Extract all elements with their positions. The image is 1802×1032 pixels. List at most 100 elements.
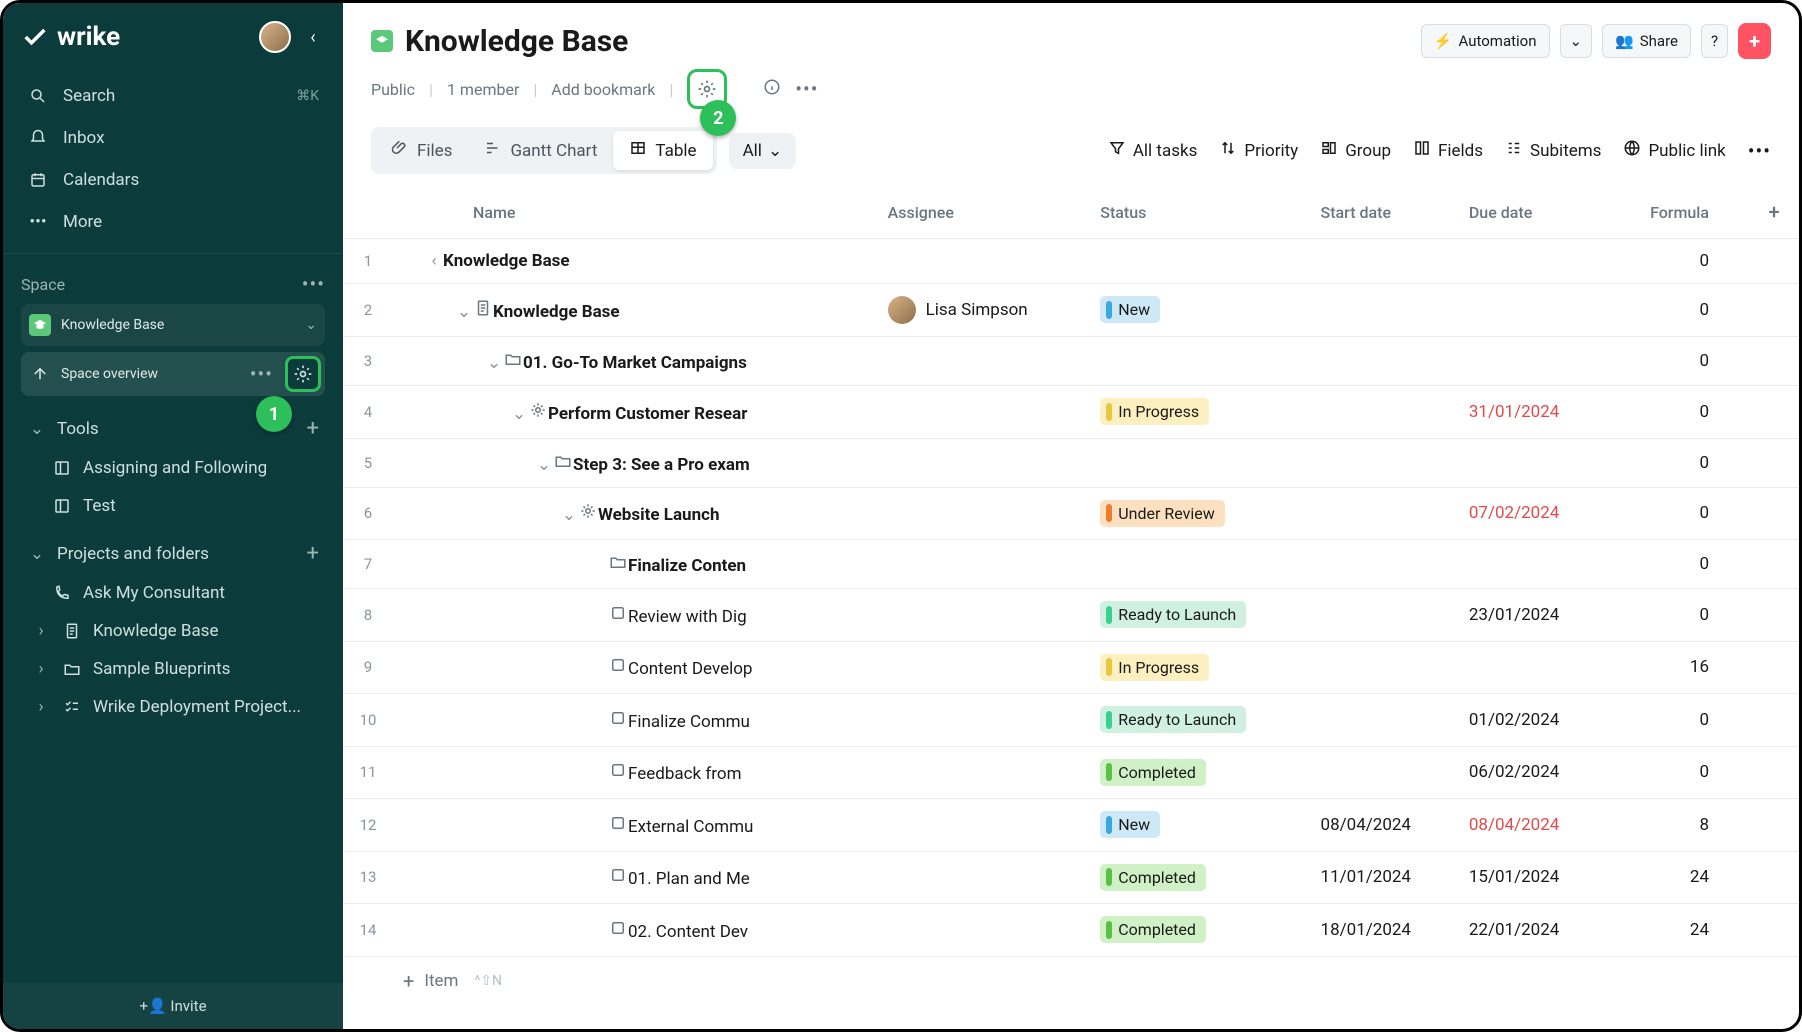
table-row[interactable]: 1‹Knowledge Base0 bbox=[343, 239, 1799, 284]
nav-calendars[interactable]: Calendars bbox=[21, 159, 325, 201]
col-name[interactable]: Name bbox=[393, 186, 876, 239]
cell-formula[interactable]: 16 bbox=[1605, 641, 1749, 694]
automation-button[interactable]: ⚡ Automation bbox=[1421, 24, 1550, 58]
cell-start-date[interactable] bbox=[1309, 746, 1457, 799]
table-row[interactable]: 5⌄Step 3: See a Pro exam0 bbox=[343, 438, 1799, 487]
cell-due-date[interactable]: 08/04/2024 bbox=[1457, 799, 1605, 852]
add-item-row[interactable]: + Item ^⇧N bbox=[343, 957, 1799, 1005]
status-badge[interactable]: Ready to Launch bbox=[1100, 601, 1246, 628]
cell-start-date[interactable] bbox=[1309, 239, 1457, 284]
cell-due-date[interactable]: 23/01/2024 bbox=[1457, 589, 1605, 642]
cell-status[interactable]: In Progress bbox=[1088, 386, 1308, 439]
cell-start-date[interactable] bbox=[1309, 694, 1457, 747]
table-row[interactable]: 1402. Content DevCompleted18/01/202422/0… bbox=[343, 904, 1799, 957]
cell-start-date[interactable] bbox=[1309, 386, 1457, 439]
space-overview-menu[interactable]: ••• bbox=[250, 362, 273, 386]
cell-start-date[interactable] bbox=[1309, 487, 1457, 540]
cell-status[interactable] bbox=[1088, 438, 1308, 487]
expand-toggle[interactable]: ⌄ bbox=[535, 455, 553, 475]
cell-start-date[interactable] bbox=[1309, 438, 1457, 487]
cell-start-date[interactable]: 11/01/2024 bbox=[1309, 851, 1457, 904]
cell-due-date[interactable] bbox=[1457, 438, 1605, 487]
cell-status[interactable] bbox=[1088, 239, 1308, 284]
add-bookmark-link[interactable]: Add bookmark bbox=[551, 80, 655, 99]
project-item-blueprints[interactable]: › Sample Blueprints bbox=[21, 650, 325, 688]
space-selector[interactable]: Knowledge Base ⌄ bbox=[21, 304, 325, 346]
cell-formula[interactable]: 24 bbox=[1605, 904, 1749, 957]
tools-more-button[interactable]: ••• bbox=[1748, 139, 1771, 163]
cell-due-date[interactable] bbox=[1457, 239, 1605, 284]
expand-toggle[interactable]: ⌄ bbox=[560, 505, 578, 525]
cell-status[interactable]: Completed bbox=[1088, 851, 1308, 904]
cell-formula[interactable]: 0 bbox=[1605, 386, 1749, 439]
cell-status[interactable]: Ready to Launch bbox=[1088, 694, 1308, 747]
filter-all-tasks[interactable]: All tasks bbox=[1108, 139, 1198, 162]
tab-files[interactable]: Files bbox=[375, 131, 468, 170]
table-row[interactable]: 10Finalize CommuReady to Launch01/02/202… bbox=[343, 694, 1799, 747]
col-assignee[interactable]: Assignee bbox=[876, 186, 1089, 239]
user-avatar[interactable] bbox=[259, 21, 291, 53]
table-row[interactable]: 8Review with DigReady to Launch23/01/202… bbox=[343, 589, 1799, 642]
cell-due-date[interactable]: 01/02/2024 bbox=[1457, 694, 1605, 747]
cell-formula[interactable]: 24 bbox=[1605, 851, 1749, 904]
cell-start-date[interactable]: 18/01/2024 bbox=[1309, 904, 1457, 957]
cell-status[interactable] bbox=[1088, 337, 1308, 386]
cell-due-date[interactable] bbox=[1457, 337, 1605, 386]
cell-due-date[interactable]: 06/02/2024 bbox=[1457, 746, 1605, 799]
status-badge[interactable]: Completed bbox=[1100, 759, 1206, 786]
cell-formula[interactable]: 0 bbox=[1605, 540, 1749, 589]
status-badge[interactable]: In Progress bbox=[1100, 398, 1209, 425]
cell-due-date[interactable] bbox=[1457, 540, 1605, 589]
cell-formula[interactable]: 0 bbox=[1605, 746, 1749, 799]
page-more-button[interactable]: ••• bbox=[795, 77, 818, 101]
cell-assignee[interactable] bbox=[876, 386, 1089, 439]
all-filter-dropdown[interactable]: All ⌄ bbox=[729, 133, 797, 169]
cell-formula[interactable]: 0 bbox=[1605, 337, 1749, 386]
table-row[interactable]: 11Feedback from Completed06/02/20240 bbox=[343, 746, 1799, 799]
col-status[interactable]: Status bbox=[1088, 186, 1308, 239]
group-button[interactable]: Group bbox=[1320, 139, 1391, 162]
cell-due-date[interactable]: 22/01/2024 bbox=[1457, 904, 1605, 957]
tool-item-assigning[interactable]: Assigning and Following bbox=[21, 449, 325, 487]
logo[interactable]: wrike bbox=[21, 22, 120, 52]
cell-status[interactable]: Under Review bbox=[1088, 487, 1308, 540]
cell-status[interactable]: In Progress bbox=[1088, 641, 1308, 694]
share-button[interactable]: 👥 Share bbox=[1602, 24, 1691, 58]
expand-toggle[interactable]: ⌄ bbox=[485, 353, 503, 373]
nav-inbox[interactable]: Inbox bbox=[21, 117, 325, 159]
add-tool-button[interactable]: + bbox=[307, 416, 319, 441]
cell-start-date[interactable] bbox=[1309, 540, 1457, 589]
cell-formula[interactable]: 0 bbox=[1605, 239, 1749, 284]
cell-assignee[interactable] bbox=[876, 694, 1089, 747]
cell-start-date[interactable] bbox=[1309, 284, 1457, 337]
project-item-deployment[interactable]: › Wrike Deployment Project... bbox=[21, 688, 325, 726]
status-badge[interactable]: Completed bbox=[1100, 916, 1206, 943]
cell-due-date[interactable]: 31/01/2024 bbox=[1457, 386, 1605, 439]
table-row[interactable]: 3⌄01. Go-To Market Campaigns0 bbox=[343, 337, 1799, 386]
cell-formula[interactable]: 0 bbox=[1605, 589, 1749, 642]
sort-priority[interactable]: Priority bbox=[1219, 139, 1298, 162]
cell-formula[interactable]: 0 bbox=[1605, 438, 1749, 487]
space-overview-item[interactable]: Space overview ••• 1 bbox=[21, 352, 325, 396]
cell-assignee[interactable] bbox=[876, 641, 1089, 694]
tab-table[interactable]: Table bbox=[613, 131, 712, 170]
status-badge[interactable]: New bbox=[1100, 296, 1160, 323]
cell-due-date[interactable]: 07/02/2024 bbox=[1457, 487, 1605, 540]
members-link[interactable]: 1 member bbox=[447, 80, 519, 99]
cell-formula[interactable]: 0 bbox=[1605, 284, 1749, 337]
cell-status[interactable]: Ready to Launch bbox=[1088, 589, 1308, 642]
cell-status[interactable]: Completed bbox=[1088, 746, 1308, 799]
expand-toggle[interactable]: ⌄ bbox=[455, 302, 473, 322]
status-badge[interactable]: Completed bbox=[1100, 864, 1206, 891]
tab-gantt[interactable]: Gantt Chart bbox=[468, 131, 613, 170]
cell-assignee[interactable] bbox=[876, 438, 1089, 487]
cell-assignee[interactable] bbox=[876, 589, 1089, 642]
help-button[interactable]: ? bbox=[1701, 24, 1728, 58]
table-row[interactable]: 7Finalize Conten0 bbox=[343, 540, 1799, 589]
create-button[interactable]: + bbox=[1738, 23, 1771, 59]
status-badge[interactable]: In Progress bbox=[1100, 654, 1209, 681]
status-badge[interactable]: New bbox=[1100, 811, 1160, 838]
tool-item-test[interactable]: Test bbox=[21, 487, 325, 525]
cell-formula[interactable]: 0 bbox=[1605, 694, 1749, 747]
expand-toggle[interactable]: ‹ bbox=[425, 251, 443, 271]
